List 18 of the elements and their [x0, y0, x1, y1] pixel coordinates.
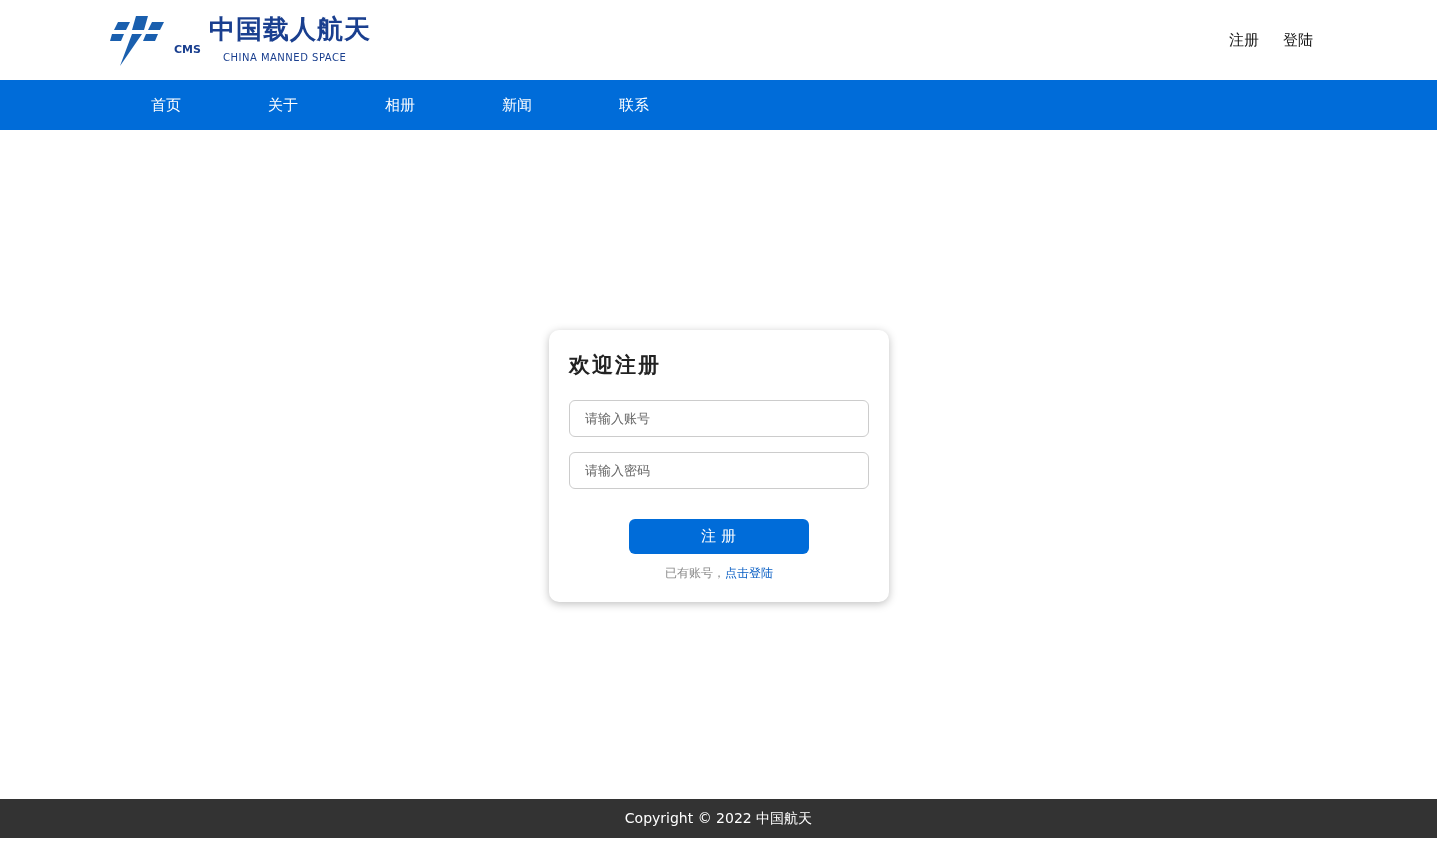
logo-mark-icon [110, 14, 166, 66]
nav-link[interactable]: 关于 [268, 93, 334, 117]
header-link[interactable]: 登陆 [1283, 28, 1313, 52]
logo-subtitle: CHINA MANNED SPACE [222, 50, 348, 65]
nav-link[interactable]: 相册 [385, 93, 451, 117]
logo-title: 中国载人航天 [208, 15, 371, 42]
input-field[interactable]: 请输入密码 [568, 451, 869, 489]
header-link[interactable]: 注册 [1229, 28, 1259, 52]
form-title: 欢迎注册 [568, 352, 662, 379]
input-field[interactable]: 请输入账号 [568, 399, 869, 437]
nav-link[interactable]: 首页 [151, 93, 217, 117]
copyright-text: Copyright © 2022 中国航天 [624, 809, 813, 828]
register-button[interactable]: 注 册 [628, 518, 809, 554]
login-link[interactable]: 点击登陆 [724, 565, 773, 580]
login-prompt: 已有账号，点击登陆 [663, 564, 774, 582]
nav-link[interactable]: 联系 [619, 93, 685, 117]
nav-link[interactable]: 新闻 [502, 93, 568, 117]
logo-mark-text: CMS [174, 41, 201, 58]
